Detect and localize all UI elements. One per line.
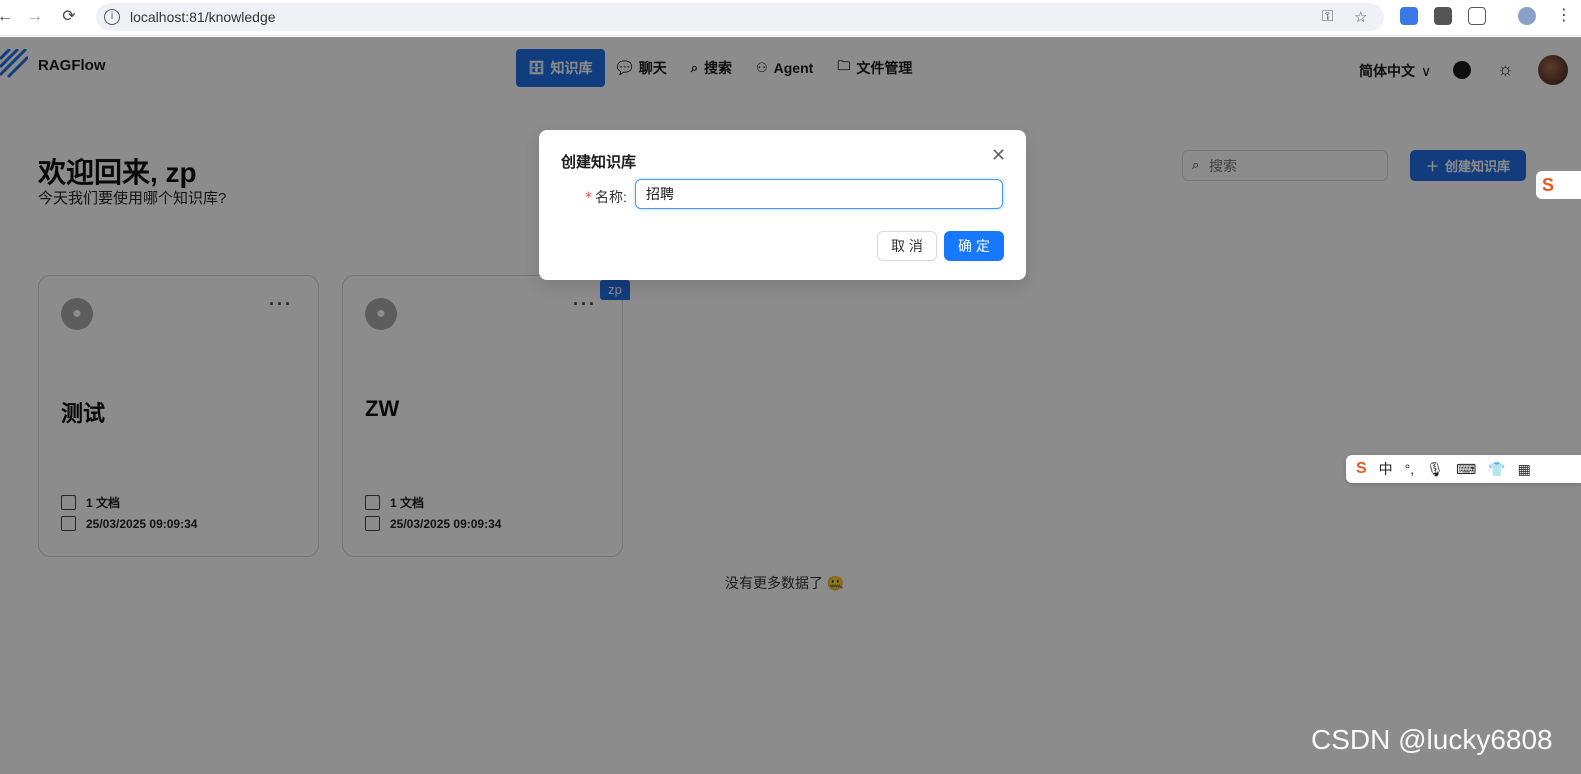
punctuation-icon[interactable]: °, [1405,461,1415,477]
ime-toolbar[interactable]: S 中 °, 🎙 ⌨ 👕 ▦ [1346,455,1581,483]
forward-arrow-icon[interactable]: → [24,6,46,28]
address-bar[interactable]: i localhost:81/knowledge ⚿ ☆ [96,3,1384,31]
ime-logo-icon[interactable]: S [1536,171,1581,199]
back-arrow-icon[interactable]: ← [0,6,16,28]
name-input[interactable] [635,179,1003,209]
name-field-label: * 名称: [585,187,627,207]
site-info-icon[interactable]: i [104,9,120,25]
key-icon[interactable]: ⚿ [1322,8,1333,25]
reload-icon[interactable]: ⟳ [58,6,80,28]
name-label-text: 名称: [595,189,627,205]
puzzle-icon[interactable] [1468,7,1486,25]
microphone-icon[interactable]: 🎙 [1426,461,1444,478]
ime-logo-icon[interactable]: S [1356,460,1367,478]
skin-icon[interactable]: 👕 [1488,461,1505,478]
ime-mode-toggle[interactable]: 中 [1379,459,1393,479]
profile-icon[interactable] [1518,7,1536,25]
keyboard-icon[interactable]: ⌨ [1456,461,1476,478]
bookmark-star-icon[interactable]: ☆ [1354,8,1367,26]
translate-extension-icon[interactable] [1400,7,1418,25]
browser-menu-icon[interactable]: ⋮ [1556,7,1572,25]
ok-button[interactable]: 确 定 [944,231,1004,261]
browser-toolbar: ← → ⟳ i localhost:81/knowledge ⚿ ☆ ⋮ [0,0,1581,36]
create-knowledge-dialog: 创建知识库 ✕ *名称: 取 消 确 定 [539,130,1026,280]
grid-menu-icon[interactable]: ▦ [1518,461,1531,478]
address-url[interactable]: localhost:81/knowledge [130,9,276,25]
dialog-title: 创建知识库 [561,154,637,171]
extension-icon[interactable] [1434,7,1452,25]
watermark: CSDN @lucky6808 [1311,724,1553,755]
required-asterisk: * [585,190,592,206]
cancel-button[interactable]: 取 消 [877,231,937,261]
close-icon[interactable]: ✕ [991,145,1006,166]
